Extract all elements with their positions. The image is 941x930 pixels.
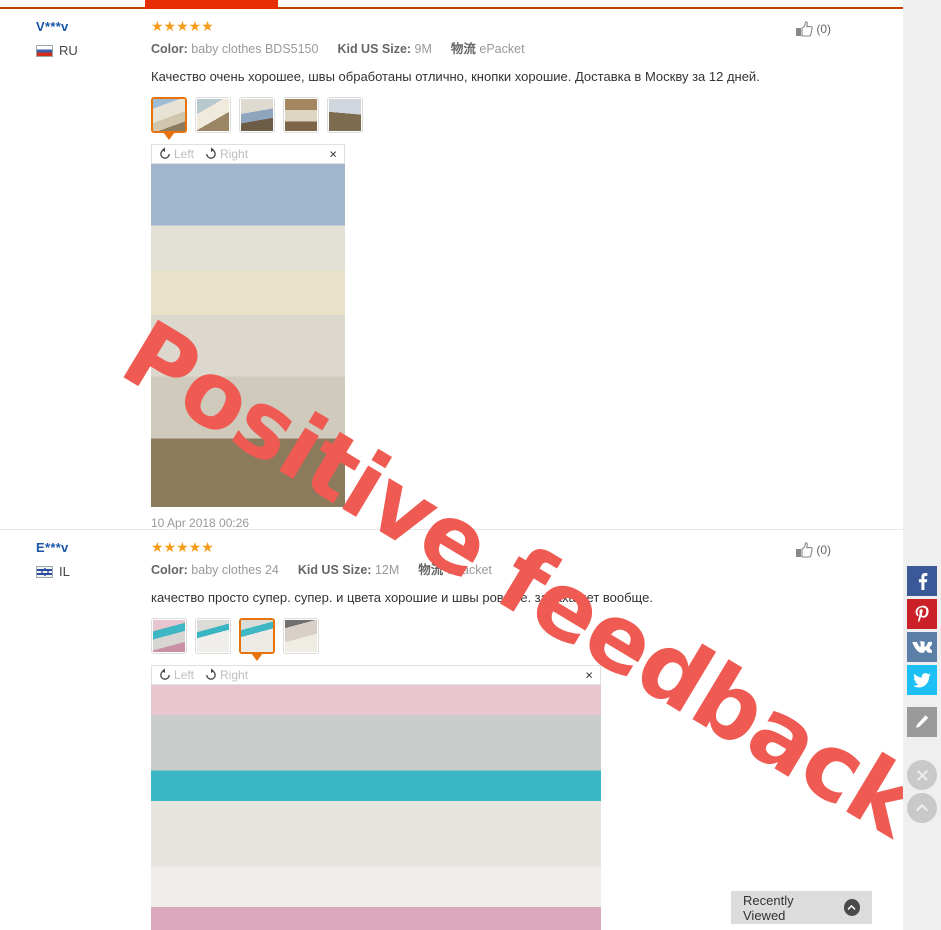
review-body: ★★★★★ Color: baby clothes 24 Kid US Size…: [151, 540, 801, 930]
close-icon: [916, 769, 928, 781]
buyer-country-code: IL: [59, 564, 70, 579]
tab-strip: [0, 0, 903, 9]
close-viewer-button[interactable]: ×: [329, 148, 337, 161]
logistics-value: ePacket: [479, 42, 525, 56]
review-thumbnail-4[interactable]: [283, 97, 319, 133]
attr-size-label: Kid US Size:: [337, 42, 412, 56]
rotate-right-label: Right: [220, 668, 249, 682]
rotate-left-icon: [160, 147, 170, 159]
image-viewer: Left Right ×: [151, 144, 345, 507]
rotate-toolbar: Left Right ×: [151, 144, 345, 164]
review-thumbnail-1[interactable]: [151, 618, 187, 654]
pencil-icon: [916, 715, 929, 728]
facebook-icon: [918, 573, 928, 590]
facebook-share-button[interactable]: [907, 566, 937, 596]
attr-color-value: baby clothes BDS5150: [191, 42, 319, 56]
rotate-right-icon: [206, 668, 216, 680]
review-thumbnail-list: [151, 618, 801, 661]
attr-size-value: 12M: [374, 563, 400, 577]
twitter-icon: [913, 672, 931, 687]
review-item: E***v IL ★★★★★ Color: baby clothes 24 Ki…: [0, 529, 903, 930]
buyer-info: V***v RU: [36, 19, 136, 58]
close-viewer-button[interactable]: ×: [585, 669, 593, 682]
review-attributes: Color: baby clothes BDS5150 Kid US Size:…: [151, 41, 801, 57]
rotate-right-icon: [206, 147, 216, 159]
attr-color-label: Color:: [151, 42, 188, 56]
helpful-count: (0): [816, 543, 831, 557]
buyer-name[interactable]: V***v: [36, 19, 136, 34]
review-large-image[interactable]: [151, 685, 601, 930]
tab-active-indicator[interactable]: [145, 0, 278, 9]
logistics-value: ePacket: [446, 563, 492, 577]
review-text: качество просто супер. супер. и цвета хо…: [151, 590, 653, 605]
review-thumbnail-list: [151, 97, 801, 140]
flag-ru-icon: [36, 44, 53, 57]
thumbs-up-icon: [796, 21, 814, 37]
rotate-left-button[interactable]: Left: [158, 668, 194, 682]
feedback-page: V***v RU ★★★★★ Color: baby clothes BDS51…: [0, 0, 903, 930]
flag-il-icon: [36, 565, 53, 578]
pinterest-share-button[interactable]: [907, 599, 937, 629]
rotate-right-button[interactable]: Right: [204, 668, 248, 682]
buyer-info: E***v IL: [36, 540, 136, 579]
review-thumbnail-5[interactable]: [327, 97, 363, 133]
attr-size-value: 9M: [414, 42, 432, 56]
vk-share-button[interactable]: [907, 632, 937, 662]
review-date: 10 Apr 2018 00:26: [151, 516, 250, 530]
chevron-up-icon[interactable]: [843, 899, 860, 916]
close-rail-button[interactable]: [907, 760, 937, 790]
pinterest-icon: [915, 605, 929, 623]
rotate-right-label: Right: [220, 147, 249, 161]
edit-feedback-button[interactable]: [907, 707, 937, 737]
vk-icon: [912, 640, 932, 653]
buyer-country: IL: [36, 564, 136, 579]
rotate-left-label: Left: [174, 147, 195, 161]
review-attributes: Color: baby clothes 24 Kid US Size: 12M …: [151, 562, 801, 578]
buyer-country-code: RU: [59, 43, 78, 58]
rotate-left-button[interactable]: Left: [158, 147, 194, 161]
review-thumbnail-1[interactable]: [151, 97, 187, 140]
logistics-label: 物流: [450, 42, 476, 56]
rotate-left-icon: [160, 668, 170, 680]
chevron-up-icon: [916, 804, 928, 812]
social-share-rail: [903, 0, 941, 930]
attr-size-label: Kid US Size:: [297, 563, 372, 577]
review-thumbnail-2[interactable]: [195, 618, 231, 654]
rotate-left-label: Left: [174, 668, 195, 682]
review-large-image[interactable]: [151, 164, 345, 507]
rotate-right-button[interactable]: Right: [204, 147, 248, 161]
helpful-button[interactable]: (0): [796, 542, 831, 558]
review-text: Качество очень хорошее, швы обработаны о…: [151, 69, 760, 84]
helpful-button[interactable]: (0): [796, 21, 831, 37]
review-thumbnail-3[interactable]: [239, 618, 275, 661]
attr-color-value: baby clothes 24: [191, 563, 279, 577]
review-body: ★★★★★ Color: baby clothes BDS5150 Kid US…: [151, 19, 801, 530]
review-thumbnail-3[interactable]: [239, 97, 275, 133]
recently-viewed-label: Recently Viewed: [743, 892, 794, 923]
star-rating: ★★★★★: [151, 18, 214, 34]
review-thumbnail-2[interactable]: [195, 97, 231, 133]
image-viewer: Left Right ×: [151, 665, 601, 930]
helpful-count: (0): [816, 22, 831, 36]
recently-viewed-bar[interactable]: Recently Viewed: [731, 891, 872, 924]
rotate-toolbar: Left Right ×: [151, 665, 601, 685]
attr-color-label: Color:: [151, 563, 188, 577]
review-thumbnail-4[interactable]: [283, 618, 319, 654]
scroll-to-top-button[interactable]: [907, 793, 937, 823]
thumbs-up-icon: [796, 542, 814, 558]
twitter-share-button[interactable]: [907, 665, 937, 695]
buyer-country: RU: [36, 43, 136, 58]
buyer-name[interactable]: E***v: [36, 540, 136, 555]
star-rating: ★★★★★: [151, 539, 214, 555]
logistics-label: 物流: [418, 563, 444, 577]
